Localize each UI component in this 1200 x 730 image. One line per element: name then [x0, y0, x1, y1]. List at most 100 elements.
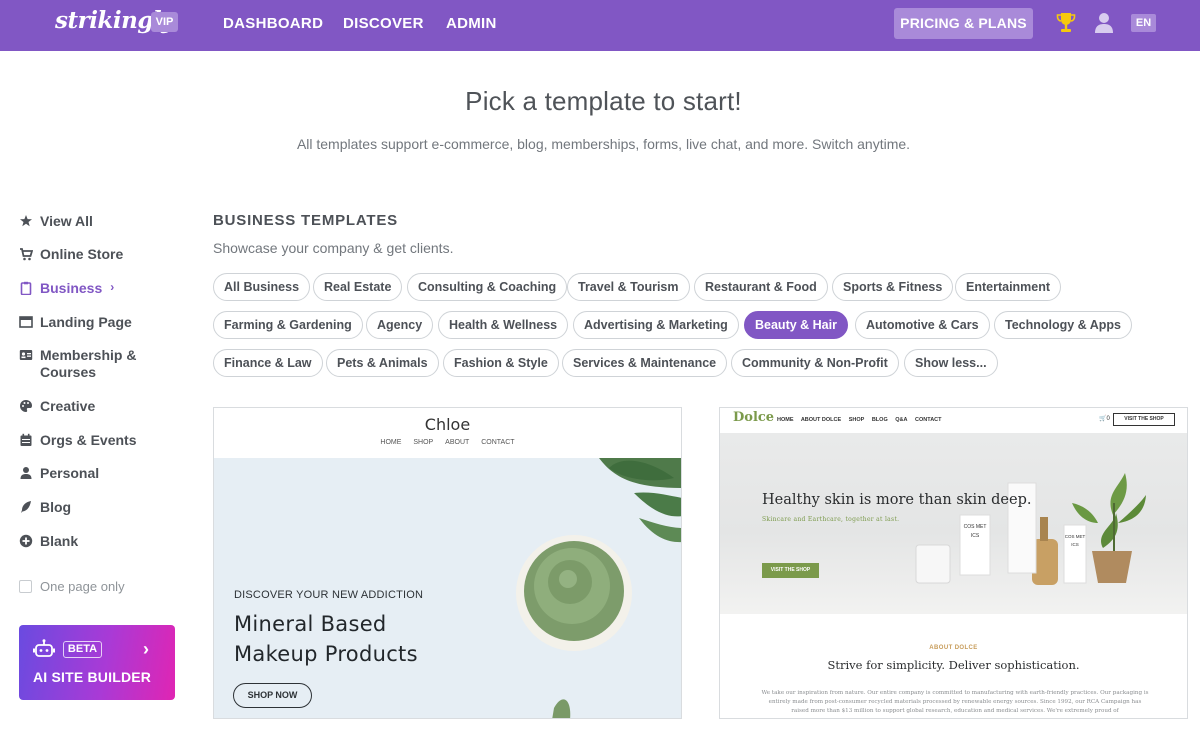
- filter-chip[interactable]: Technology & Apps: [994, 311, 1132, 339]
- template-hero-image: DISCOVER YOUR NEW ADDICTION Mineral Base…: [214, 458, 681, 718]
- star-icon: [20, 215, 32, 227]
- sidebar-item-label: Membership & Courses: [40, 347, 137, 380]
- sidebar-item-business[interactable]: Business ›: [19, 280, 114, 296]
- sidebar-item-label: Blank: [40, 533, 79, 549]
- sidebar-item-blank[interactable]: Blank: [19, 533, 78, 549]
- template-nav-item: Q&A: [895, 417, 908, 423]
- template-box-label: COS MET ICS: [963, 524, 987, 539]
- template-tagline: Skincare and Earthcare, together at last…: [762, 516, 900, 523]
- checkbox-label: One page only: [40, 579, 125, 594]
- sidebar-item-label: Orgs & Events: [40, 432, 137, 448]
- template-header: Dolce HOME ABOUT DOLCE SHOP BLOG Q&A CON…: [720, 408, 1187, 433]
- filter-chip[interactable]: Agency: [366, 311, 434, 339]
- filter-chip[interactable]: Automotive & Cars: [855, 311, 990, 339]
- filter-chip[interactable]: Real Estate: [313, 273, 403, 301]
- checkbox-box[interactable]: [19, 580, 32, 593]
- template-visit-shop-button: VISIT THE SHOP: [1113, 413, 1175, 426]
- template-nav: HOME ABOUT DOLCE SHOP BLOG Q&A CONTACT: [777, 417, 948, 423]
- filter-chip[interactable]: Advertising & Marketing: [573, 311, 739, 339]
- sidebar-item-orgs-events[interactable]: Orgs & Events: [19, 432, 136, 448]
- template-shop-now-button: SHOP NOW: [233, 683, 312, 708]
- filter-chip[interactable]: Community & Non-Profit: [731, 349, 899, 377]
- sidebar-item-membership-courses[interactable]: Membership & Courses: [19, 347, 150, 381]
- template-strive-heading: Strive for simplicity. Deliver sophistic…: [827, 658, 1080, 672]
- sidebar-item-label: Personal: [40, 465, 100, 481]
- page-subtitle: All templates support e-commerce, blog, …: [296, 136, 911, 152]
- template-nav-item: CONTACT: [481, 439, 515, 446]
- feather-icon: [21, 501, 31, 513]
- nav-dashboard[interactable]: DASHBOARD: [223, 15, 323, 32]
- cart-icon: [20, 248, 33, 261]
- trophy-icon[interactable]: [1056, 12, 1076, 34]
- sidebar-item-view-all[interactable]: View All: [19, 213, 93, 229]
- template-nav-item: ABOUT: [445, 439, 470, 446]
- palette-icon: [20, 400, 32, 412]
- sidebar-item-creative[interactable]: Creative: [19, 398, 95, 414]
- template-kicker: DISCOVER YOUR NEW ADDICTION: [234, 589, 424, 601]
- template-cart-count: 0: [1106, 416, 1110, 422]
- person-icon: [20, 467, 32, 479]
- template-hero-button: VISIT THE SHOP: [762, 563, 819, 578]
- plus-circle-icon: [19, 534, 33, 548]
- filter-chip[interactable]: Services & Maintenance: [562, 349, 728, 377]
- template-cart: 🛒0: [1099, 416, 1110, 422]
- template-nav-item: CONTACT: [915, 417, 942, 423]
- filter-chip[interactable]: Sports & Fitness: [832, 273, 954, 301]
- sidebar-item-landing-page[interactable]: Landing Page: [19, 314, 132, 330]
- user-icon[interactable]: [1094, 12, 1114, 33]
- template-headline-line: Mineral Based: [234, 612, 387, 636]
- template-hero-image: COS MET ICS COS MET ICS: [720, 433, 1187, 614]
- show-less-button[interactable]: Show less...: [904, 349, 998, 377]
- template-paragraph: We take our inspiration from nature. Our…: [761, 690, 1149, 714]
- robot-icon: [33, 639, 55, 657]
- chevron-right-icon: ›: [110, 280, 115, 294]
- filter-chip[interactable]: All Business: [213, 273, 311, 301]
- window-icon: [19, 316, 33, 328]
- template-nav-item: HOME: [777, 417, 794, 423]
- nav-admin[interactable]: ADMIN: [446, 15, 497, 32]
- template-about-label: ABOUT DOLCE: [929, 645, 978, 651]
- language-selector[interactable]: EN: [1131, 14, 1156, 32]
- beta-badge: BETA: [63, 641, 102, 658]
- chevron-right-icon: ›: [143, 639, 149, 659]
- sidebar-item-label: View All: [40, 213, 93, 229]
- filter-chip[interactable]: Entertainment: [955, 273, 1062, 301]
- template-headline: Healthy skin is more than skin deep.: [762, 492, 1032, 508]
- filter-chip[interactable]: Restaurant & Food: [694, 273, 828, 301]
- template-nav: HOME SHOP ABOUT CONTACT: [214, 439, 681, 446]
- filter-chip[interactable]: Finance & Law: [213, 349, 323, 377]
- nav-discover[interactable]: DISCOVER: [343, 15, 424, 32]
- template-card-dolce[interactable]: Dolce HOME ABOUT DOLCE SHOP BLOG Q&A CON…: [719, 407, 1188, 719]
- template-nav-item: BLOG: [871, 417, 888, 423]
- sidebar-item-label: Creative: [40, 398, 96, 414]
- filter-chip[interactable]: Consulting & Coaching: [407, 273, 568, 301]
- filter-chip[interactable]: Health & Wellness: [438, 311, 569, 339]
- template-headline-line: Makeup Products: [234, 642, 418, 666]
- template-site-name: Dolce: [733, 410, 775, 425]
- sidebar-item-personal[interactable]: Personal: [19, 465, 99, 481]
- template-box-label: COS MET ICS: [1064, 534, 1086, 547]
- vip-badge: VIP: [151, 12, 178, 32]
- filter-chip[interactable]: Fashion & Style: [443, 349, 559, 377]
- filter-chip[interactable]: Travel & Tourism: [567, 273, 690, 301]
- filter-chip-active[interactable]: Beauty & Hair: [744, 311, 848, 339]
- id-card-icon: [19, 350, 33, 360]
- template-header: Chloe HOME SHOP ABOUT CONTACT: [214, 408, 681, 458]
- template-nav-item: SHOP: [413, 439, 434, 446]
- template-headline: Mineral Based Makeup Products: [234, 609, 418, 669]
- sidebar-item-blog[interactable]: Blog: [19, 499, 71, 515]
- pricing-plans-button[interactable]: PRICING & PLANS: [894, 8, 1033, 39]
- filter-chip[interactable]: Farming & Gardening: [213, 311, 363, 339]
- sidebar-item-label: Landing Page: [40, 314, 132, 330]
- template-card-chloe[interactable]: Chloe HOME SHOP ABOUT CONTACT DISCOVER Y…: [213, 407, 682, 719]
- ai-site-builder-label: AI SITE BUILDER: [33, 669, 152, 685]
- top-navigation-bar: strikingly VIP DASHBOARD DISCOVER ADMIN …: [0, 0, 1200, 51]
- template-nav-item: HOME: [380, 439, 402, 446]
- filter-chip[interactable]: Pets & Animals: [326, 349, 439, 377]
- one-page-only-checkbox[interactable]: One page only: [19, 579, 125, 594]
- page-title: Pick a template to start!: [465, 86, 742, 116]
- section-subtitle: Showcase your company & get clients.: [213, 240, 454, 256]
- clipboard-icon: [20, 281, 32, 295]
- sidebar-item-online-store[interactable]: Online Store: [19, 246, 123, 262]
- ai-site-builder-card[interactable]: BETA › AI SITE BUILDER: [19, 625, 175, 700]
